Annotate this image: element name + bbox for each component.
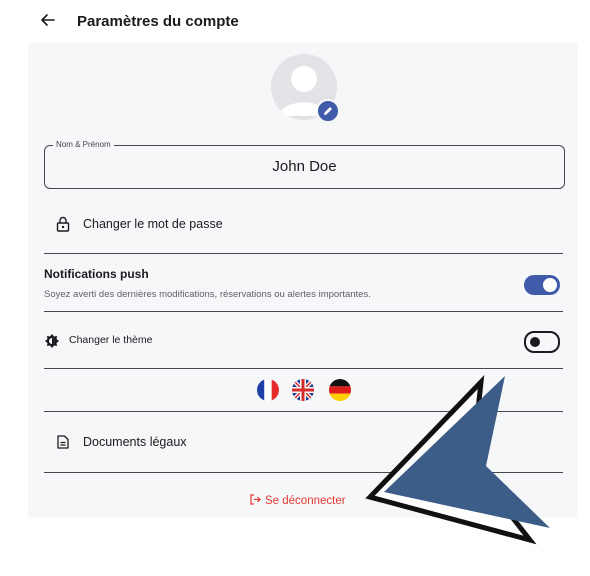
arrow-back-icon[interactable]	[38, 10, 58, 30]
legal-documents-label: Documents légaux	[83, 435, 187, 449]
name-field-label: Nom & Prénom	[53, 140, 114, 149]
document-icon	[57, 435, 69, 449]
france-flag-icon[interactable]	[257, 379, 279, 401]
divider	[44, 253, 563, 254]
theme-label: Changer le thème	[69, 334, 153, 346]
notifications-title: Notifications push	[44, 267, 149, 281]
divider	[44, 411, 563, 412]
divider	[44, 472, 563, 473]
name-field[interactable]: Nom & Prénom John Doe	[44, 140, 565, 189]
page-title: Paramètres du compte	[77, 13, 239, 30]
logout-icon	[250, 494, 261, 505]
theme-toggle[interactable]	[524, 331, 560, 353]
brightness-icon	[45, 334, 59, 348]
germany-flag-icon[interactable]	[329, 379, 351, 401]
name-field-value[interactable]: John Doe	[45, 158, 564, 175]
divider	[44, 368, 563, 369]
notifications-toggle[interactable]	[524, 275, 560, 295]
uk-flag-icon[interactable]	[292, 379, 314, 401]
notifications-subtitle: Soyez averti des dernières modifications…	[44, 289, 371, 300]
edit-pencil-icon[interactable]	[316, 99, 340, 123]
top-bar: Paramètres du compte	[0, 0, 590, 44]
logout-label: Se déconnecter	[265, 495, 346, 507]
change-password-label: Changer le mot de passe	[83, 217, 223, 231]
lock-icon	[56, 216, 70, 232]
logout-button[interactable]: Se déconnecter	[250, 494, 346, 507]
settings-card: Nom & Prénom John Doe Changer le mot de …	[28, 43, 578, 518]
divider	[44, 311, 563, 312]
